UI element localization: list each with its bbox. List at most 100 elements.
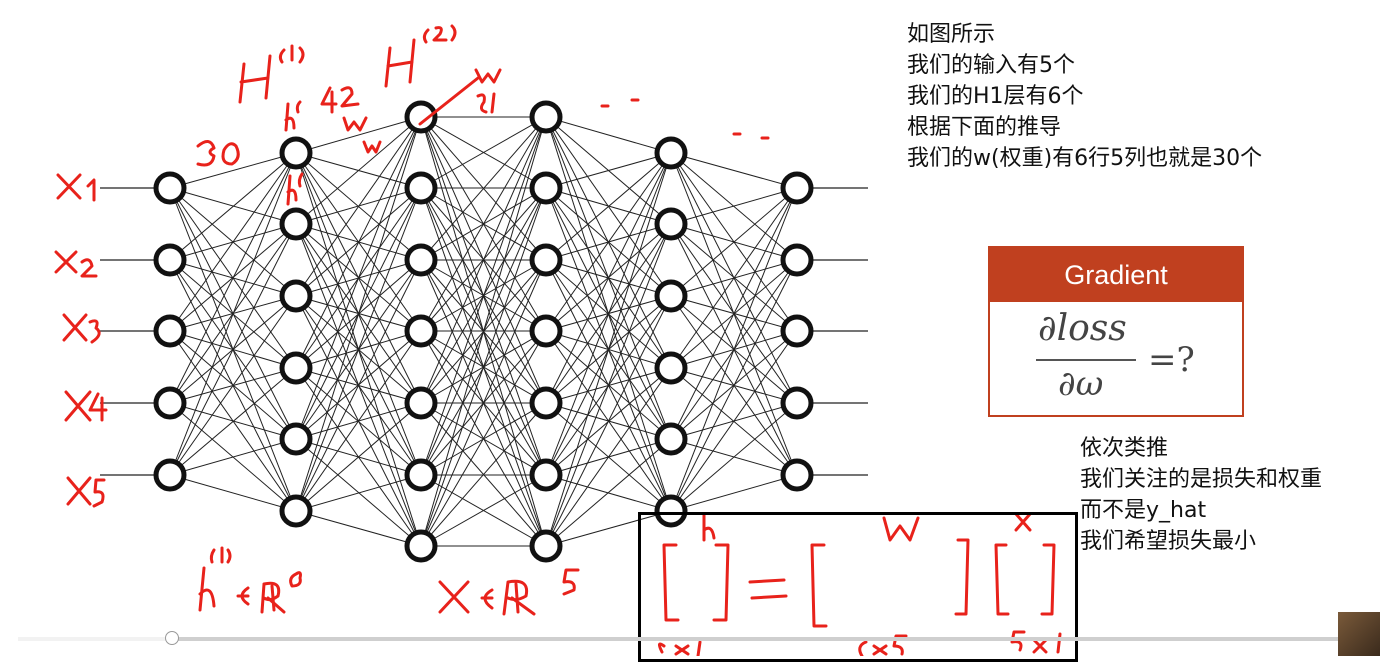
network-node — [780, 386, 814, 420]
network-edge — [169, 152, 297, 332]
network-edge — [545, 295, 672, 547]
network-edge — [169, 152, 297, 476]
network-node — [529, 529, 563, 563]
network-edge — [295, 474, 422, 512]
network-node — [654, 422, 688, 456]
network-node — [404, 529, 438, 563]
video-progress-played — [18, 637, 173, 641]
network-edge — [169, 474, 297, 512]
network-node — [529, 100, 563, 134]
notes-bottom: 依次类推我们关注的是损失和权重 而不是y_hat 我们希望损失最小 — [1080, 433, 1322, 557]
network-edge — [295, 330, 422, 512]
network-node — [780, 171, 814, 205]
network-edge — [169, 152, 297, 261]
gradient-card: Gradient ∂loss ∂ω =? — [988, 246, 1244, 417]
network-node — [654, 351, 688, 385]
network-node — [279, 136, 313, 170]
network-edge — [169, 152, 297, 189]
note-line: 我们的w(权重)有6行5列也就是30个 — [907, 146, 1263, 171]
network-edge — [169, 152, 297, 404]
network-node — [279, 351, 313, 385]
video-progress-bar[interactable] — [18, 631, 1360, 645]
network-edge — [545, 152, 672, 189]
network-node — [529, 243, 563, 277]
formula-denominator: ∂ω — [1058, 364, 1104, 404]
gradient-formula: ∂loss ∂ω =? — [990, 302, 1242, 417]
network-edge — [670, 474, 798, 512]
network-node — [654, 136, 688, 170]
network-edge — [670, 187, 798, 297]
network-edge — [545, 152, 672, 332]
network-edge — [670, 187, 798, 225]
gradient-card-header: Gradient — [990, 248, 1242, 302]
network-edge — [670, 330, 798, 512]
notes-top: 如图所示 我们的输入有5个 我们的H1层有6个 根据下面的推导 我们的w(权重)有6行5… — [907, 19, 1262, 174]
network-node — [780, 458, 814, 492]
network-node — [529, 458, 563, 492]
handwritten-dimension-notes — [198, 546, 580, 616]
network-node — [529, 171, 563, 205]
handwritten-ellipsis — [600, 98, 770, 140]
network-edge — [295, 259, 422, 512]
network-node — [279, 207, 313, 241]
network-node — [153, 314, 187, 348]
network-edge — [670, 187, 798, 512]
network-node — [153, 243, 187, 277]
network-edge — [295, 116, 422, 440]
network-edge — [295, 116, 422, 369]
network-edge — [545, 152, 672, 547]
formula-numerator: ∂loss — [1038, 308, 1127, 349]
network-edge — [670, 187, 798, 440]
network-edge — [295, 187, 422, 512]
network-edge — [169, 367, 297, 476]
network-node — [404, 386, 438, 420]
formula-fraction-bar — [1036, 359, 1136, 361]
network-edge — [295, 116, 422, 225]
network-node — [529, 314, 563, 348]
network-node — [404, 243, 438, 277]
network-node — [529, 386, 563, 420]
network-edge — [670, 152, 798, 189]
note-line: 我们的输入有5个 — [907, 53, 1075, 78]
network-edge — [545, 223, 672, 547]
network-node — [404, 171, 438, 205]
network-node — [279, 422, 313, 456]
network-node — [153, 458, 187, 492]
note-line: 根据下面的推导 — [907, 115, 1062, 140]
note-line: 依次类推 — [1080, 436, 1169, 461]
network-connections — [169, 116, 798, 547]
network-node — [780, 314, 814, 348]
handwritten-x-labels — [54, 173, 108, 508]
formula-equals: =? — [1148, 340, 1195, 380]
network-edge — [169, 438, 297, 476]
note-line: 我们关注的是损失和权重 — [1080, 467, 1323, 492]
network-edge — [670, 402, 798, 512]
network-node — [780, 243, 814, 277]
network-edge — [670, 187, 798, 369]
note-line: 我们的H1层有6个 — [907, 84, 1084, 109]
network-edge — [169, 295, 297, 476]
network-edge — [295, 116, 422, 512]
network-node — [153, 386, 187, 420]
network-node — [654, 279, 688, 313]
note-line: 我们希望损失最小 — [1080, 529, 1257, 554]
network-edge — [545, 152, 672, 404]
network-edge — [545, 152, 672, 476]
network-node — [654, 207, 688, 241]
network-node — [279, 494, 313, 528]
network-node — [404, 458, 438, 492]
network-node — [279, 279, 313, 313]
network-node — [153, 171, 187, 205]
network-edge — [545, 116, 672, 154]
network-edge — [295, 510, 422, 547]
network-edge — [169, 223, 297, 476]
network-edge — [670, 259, 798, 512]
presenter-thumbnail — [1338, 612, 1380, 656]
network-edge — [295, 402, 422, 512]
handwritten-layer-labels — [238, 24, 502, 126]
network-edge — [295, 116, 422, 297]
network-edge — [545, 152, 672, 261]
network-node — [404, 314, 438, 348]
note-line: 而不是y_hat — [1080, 498, 1207, 523]
network-edge — [295, 116, 422, 154]
